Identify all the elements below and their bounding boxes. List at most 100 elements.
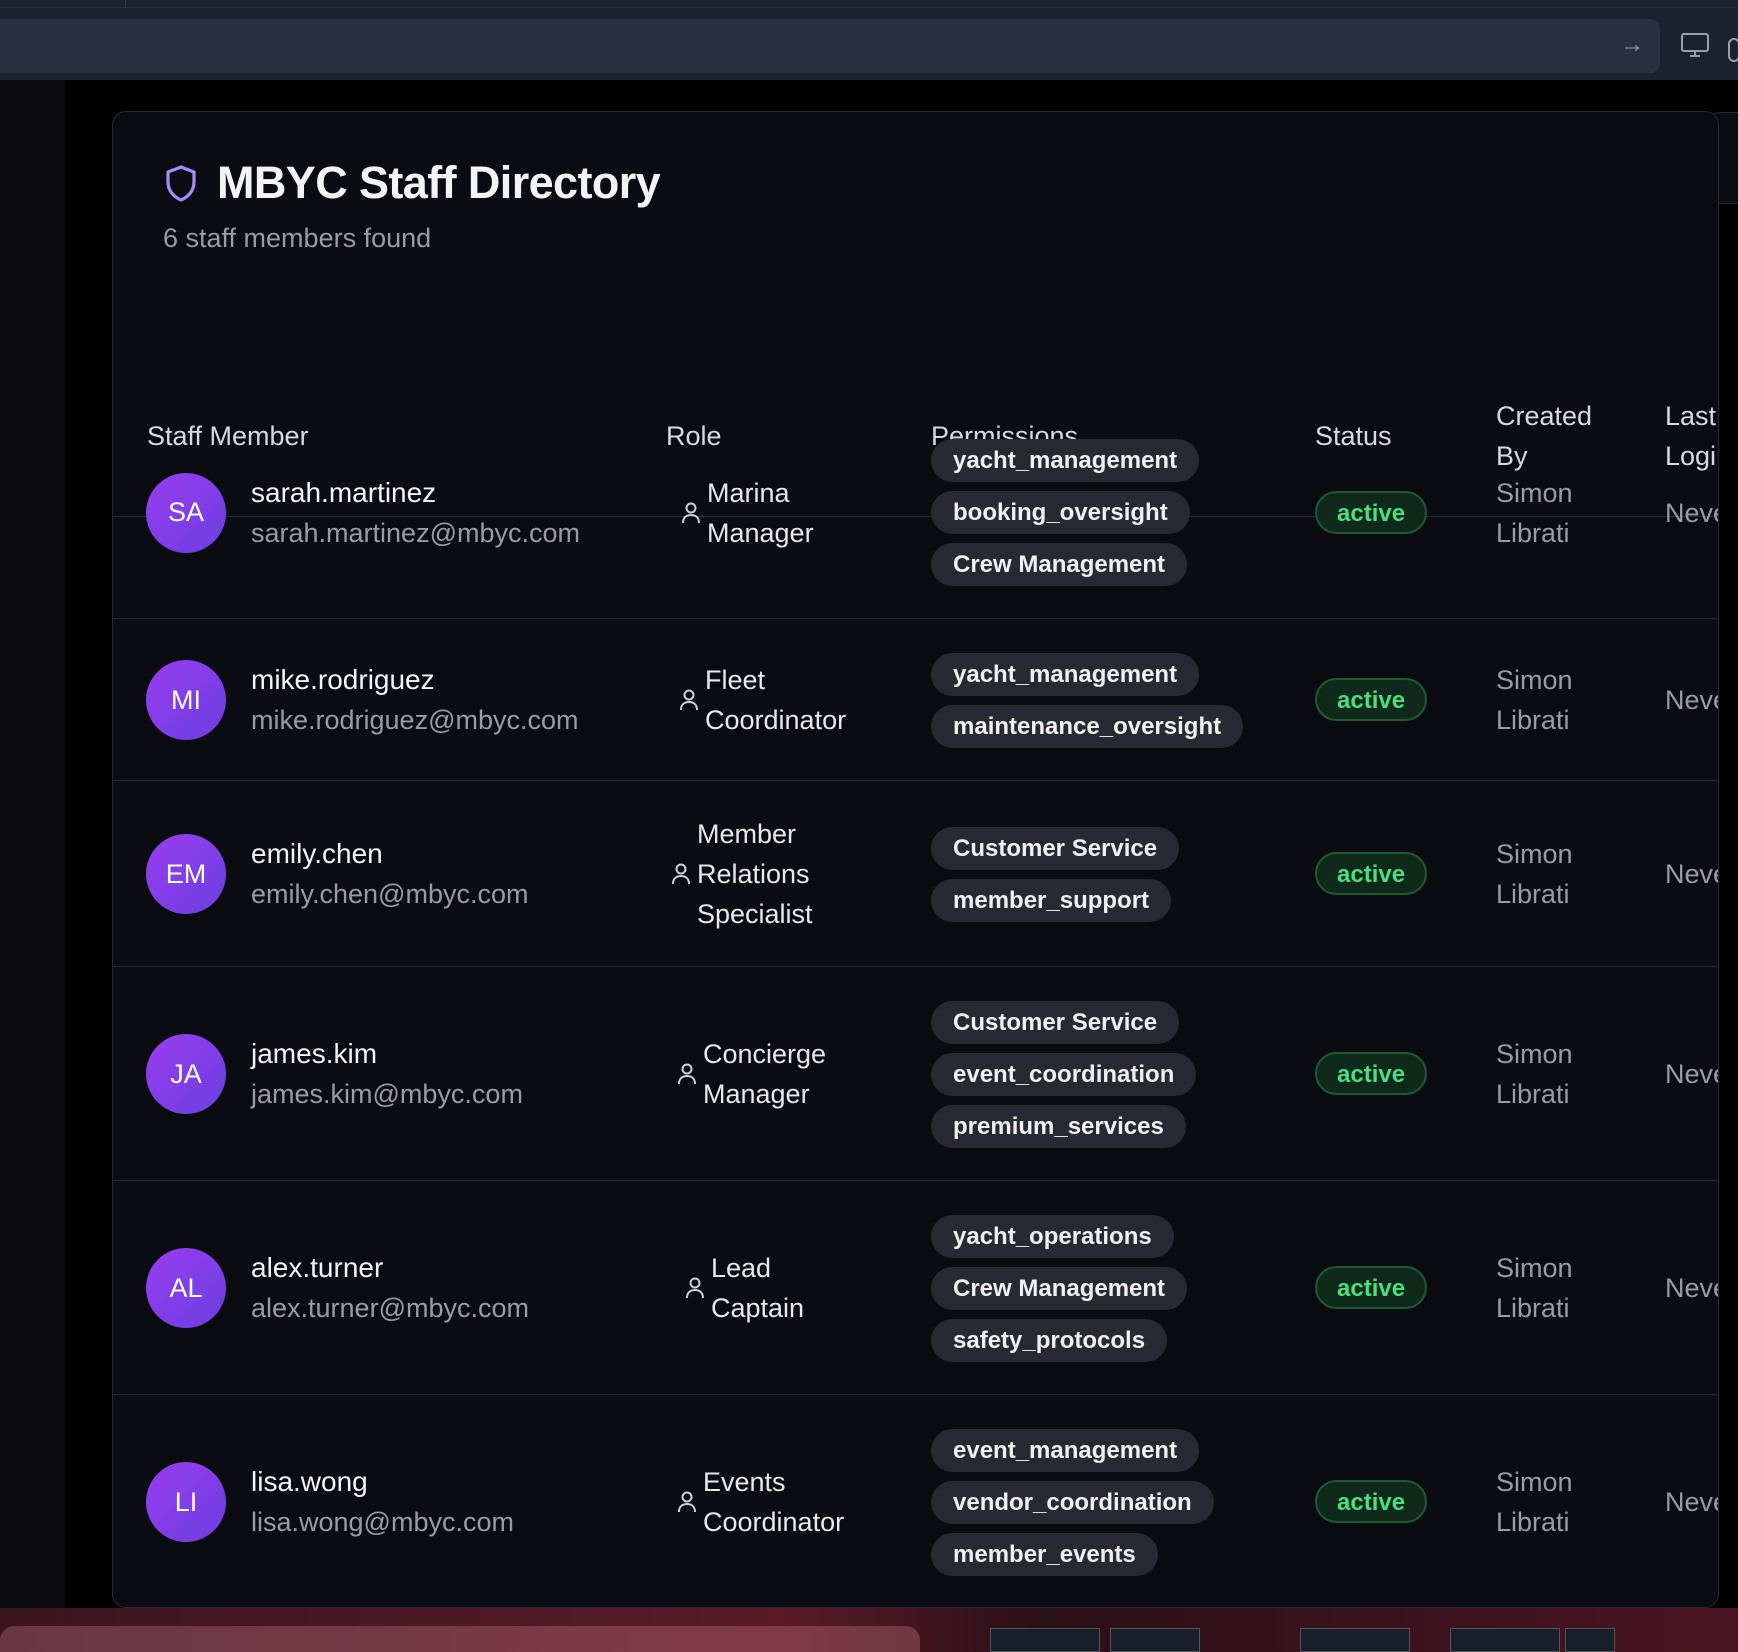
avatar: EM (146, 834, 226, 914)
window-thumbnail[interactable] (990, 1628, 1100, 1652)
address-bar[interactable] (0, 19, 1660, 73)
staff-role: Marina Manager (707, 473, 814, 553)
staff-username[interactable]: james.kim (251, 1034, 523, 1074)
role-line: Manager (707, 517, 814, 548)
created-by-line: Librati (1496, 1293, 1570, 1323)
table-row[interactable]: MI mike.rodriguez mike.rodriguez@mbyc.com F… (113, 619, 1718, 781)
role-line: Coordinator (703, 1507, 845, 1537)
staff-username[interactable]: alex.turner (251, 1248, 529, 1288)
window-thumbnail[interactable] (1450, 1628, 1560, 1652)
staff-email[interactable]: lisa.wong@mbyc.com (251, 1502, 514, 1542)
permission-badge: yacht_management (931, 652, 1200, 696)
last-login: Neve (1665, 1273, 1718, 1303)
created-by: Simon Librati (1496, 1034, 1573, 1114)
staff-role: Member Relations Specialist (697, 814, 813, 934)
window-thumbnail[interactable] (1565, 1628, 1615, 1652)
title-row: MBYC Staff Directory (163, 157, 661, 209)
created-by-line: Librati (1496, 1079, 1570, 1109)
table-row[interactable]: JA james.kim james.kim@mbyc.com Concierge Ma… (113, 967, 1718, 1181)
staff-email[interactable]: emily.chen@mbyc.com (251, 874, 528, 914)
permission-badge: Crew Management (931, 1266, 1188, 1310)
permission-badge: Crew Management (931, 543, 1188, 586)
window-thumbnail[interactable] (1300, 1628, 1410, 1652)
staff-email[interactable]: alex.turner@mbyc.com (251, 1288, 529, 1328)
permission-badge: vendor_coordination (931, 1480, 1214, 1524)
person-icon (671, 862, 691, 891)
permission-badge: safety_protocols (931, 1318, 1168, 1362)
permission-badge: booking_oversight (931, 491, 1190, 534)
status-badge: active (1315, 1480, 1428, 1523)
staff-email[interactable]: sarah.martinez@mbyc.com (251, 513, 580, 553)
permission-badge: yacht_management (931, 439, 1200, 482)
role-line: Lead (711, 1253, 772, 1283)
staff-username[interactable]: emily.chen (251, 834, 528, 874)
avatar: MI (146, 660, 226, 740)
role-line: Concierge (703, 1039, 827, 1069)
page-title: MBYC Staff Directory (217, 157, 661, 208)
staff-identity: emily.chen emily.chen@mbyc.com (251, 834, 528, 914)
results-count: 6 staff members found (163, 223, 432, 253)
tab-separator (125, 0, 126, 8)
staff-directory-card: MBYC Staff Directory 6 staff members fou… (112, 111, 1719, 1608)
staff-email[interactable]: mike.rodriguez@mbyc.com (251, 700, 579, 740)
staff-username[interactable]: lisa.wong (251, 1462, 514, 1502)
permission-badge: Customer Service (931, 826, 1180, 870)
role-line: Member (697, 819, 797, 849)
permissions-list: yacht_management maintenance_oversight (931, 652, 1244, 748)
staff-role: Fleet Coordinator (705, 660, 846, 740)
role-line: Marina (707, 477, 790, 508)
person-icon (679, 688, 699, 717)
created-by-line: Librati (1496, 705, 1570, 735)
avatar: JA (146, 1034, 226, 1114)
created-by: Simon Librati (1496, 660, 1573, 740)
arrow-right-icon[interactable]: → (1620, 33, 1644, 57)
staff-identity: alex.turner alex.turner@mbyc.com (251, 1248, 529, 1328)
staff-username[interactable]: mike.rodriguez (251, 660, 579, 700)
person-icon (677, 1490, 697, 1519)
staff-role: Events Coordinator (703, 1462, 844, 1542)
permission-badge: premium_services (931, 1104, 1186, 1148)
created-by-line: Simon (1496, 839, 1573, 869)
role-line: Captain (711, 1293, 805, 1323)
toolbar-edge-icon[interactable] (1728, 38, 1738, 62)
permission-badge: maintenance_oversight (931, 704, 1244, 748)
last-login: Neve (1665, 497, 1718, 528)
status-badge: active (1315, 678, 1428, 721)
avatar: SA (146, 472, 226, 553)
table-row[interactable]: SA sarah.martinez sarah.martinez@mbyc.com M… (113, 406, 1718, 619)
created-by: Simon Librati (1496, 834, 1573, 914)
created-by-line: Librati (1496, 879, 1570, 909)
avatar: AL (146, 1248, 226, 1328)
permission-badge: member_events (931, 1532, 1158, 1576)
permission-badge: event_management (931, 1428, 1200, 1472)
permission-badge: yacht_operations (931, 1214, 1174, 1258)
permissions-list: yacht_management booking_oversight Crew Ma… (931, 439, 1200, 586)
staff-email[interactable]: james.kim@mbyc.com (251, 1074, 523, 1114)
created-by: Simon Librati (1496, 1462, 1573, 1542)
table-row[interactable]: AL alex.turner alex.turner@mbyc.com Lead Cap… (113, 1181, 1718, 1395)
staff-role: Concierge Manager (703, 1034, 826, 1114)
staff-identity: lisa.wong lisa.wong@mbyc.com (251, 1462, 514, 1542)
staff-username[interactable]: sarah.martinez (251, 473, 580, 513)
window-thumbnail[interactable] (1110, 1628, 1200, 1652)
created-by: Simon Librati (1496, 1248, 1573, 1328)
shield-icon (166, 165, 196, 202)
permission-badge: member_support (931, 878, 1172, 922)
browser-toolbar: → (0, 8, 1738, 80)
staff-identity: mike.rodriguez mike.rodriguez@mbyc.com (251, 660, 579, 740)
table-row[interactable]: LI lisa.wong lisa.wong@mbyc.com Events Coord… (113, 1395, 1718, 1607)
status-badge: active (1315, 1052, 1428, 1095)
os-dock (0, 1608, 1738, 1652)
created-by-line: Simon (1496, 1467, 1573, 1497)
created-by-line: Simon (1496, 665, 1573, 695)
table-row[interactable]: EM emily.chen emily.chen@mbyc.com Member Rel… (113, 781, 1718, 967)
permission-badge: event_coordination (931, 1052, 1197, 1096)
last-login: Neve (1665, 1487, 1718, 1517)
created-by-line: Simon (1496, 1253, 1573, 1283)
monitor-icon[interactable] (1680, 30, 1710, 60)
browser-top-strip (0, 0, 1738, 8)
created-by-line: Librati (1496, 1507, 1570, 1537)
permissions-list: Customer Service event_coordination premiu… (931, 1000, 1197, 1148)
staff-role: Lead Captain (711, 1248, 804, 1328)
avatar: LI (146, 1462, 226, 1542)
